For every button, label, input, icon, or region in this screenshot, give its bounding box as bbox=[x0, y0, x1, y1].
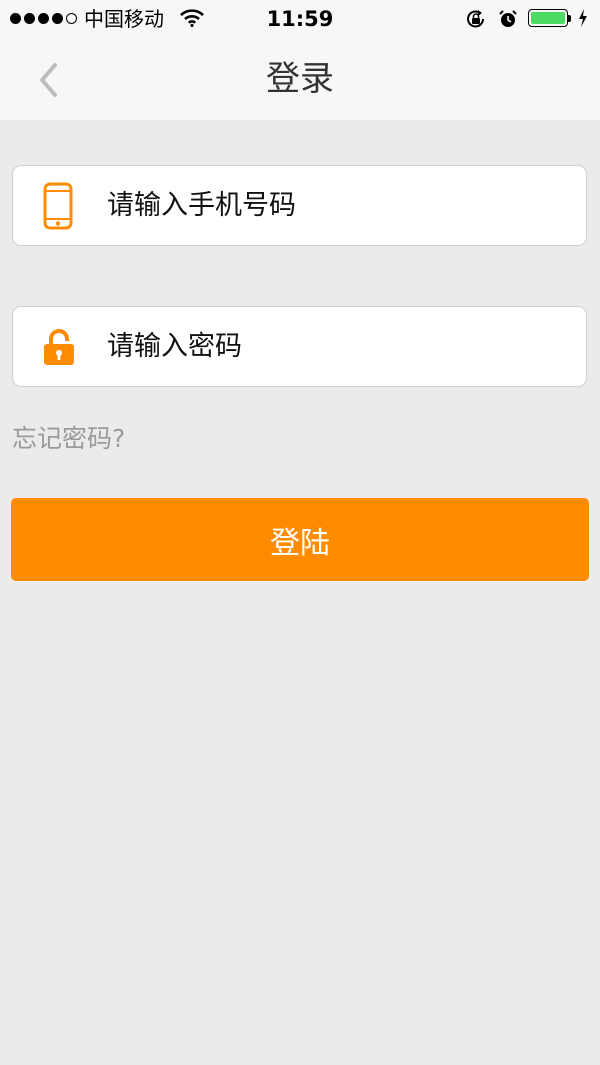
phone-input[interactable] bbox=[107, 166, 567, 245]
page-title: 登录 bbox=[266, 59, 334, 99]
login-button[interactable]: 登陆 bbox=[11, 498, 589, 581]
battery-level bbox=[531, 12, 565, 24]
phone-field[interactable] bbox=[12, 165, 587, 246]
password-input[interactable] bbox=[107, 307, 567, 386]
battery-icon bbox=[528, 9, 568, 27]
password-field[interactable] bbox=[12, 306, 587, 387]
alarm-clock-icon bbox=[499, 10, 517, 27]
navigation-bar: 登录 bbox=[0, 38, 600, 120]
rotation-lock-icon bbox=[467, 10, 484, 28]
charging-bolt-icon bbox=[579, 9, 587, 27]
status-bar: 中国移动 11:59 bbox=[0, 0, 600, 38]
lock-icon bbox=[43, 307, 75, 386]
forgot-password-link[interactable]: 忘记密码? bbox=[12, 422, 125, 456]
battery-tip bbox=[568, 15, 571, 22]
phone-icon bbox=[43, 166, 73, 245]
